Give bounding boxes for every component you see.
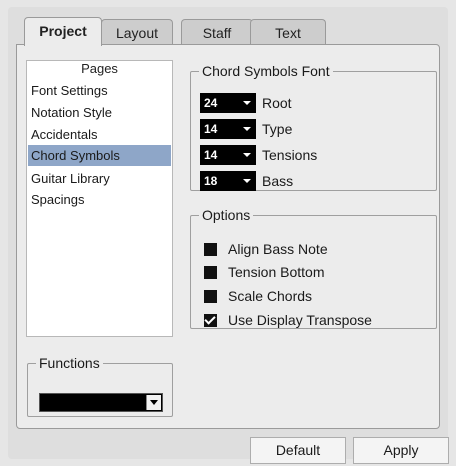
list-item-notation-style[interactable]: Notation Style [28,102,171,123]
pages-list[interactable]: Pages Font Settings Notation Style Accid… [26,60,173,337]
chevron-down-icon [243,127,251,131]
chevron-down-icon [243,179,251,183]
tensions-label: Tensions [262,147,318,163]
font-row-type: 14 Type [200,119,292,139]
bass-label: Bass [262,173,294,189]
use-display-transpose-label: Use Display Transpose [228,312,372,328]
functions-title: Functions [36,354,103,372]
font-row-bass: 18 Bass [200,171,293,191]
option-use-display-transpose[interactable]: Use Display Transpose [204,310,372,330]
type-label: Type [262,121,293,137]
tension-bottom-label: Tension Bottom [228,264,325,280]
list-item-font-settings[interactable]: Font Settings [28,80,171,101]
options-group: Options Align Bass Note Tension Bottom S… [190,206,437,330]
pages-title: Pages [81,61,118,76]
apply-button[interactable]: Apply [353,437,449,464]
align-bass-note-label: Align Bass Note [228,241,328,257]
chevron-down-icon [243,101,251,105]
scale-chords-label: Scale Chords [228,288,313,304]
type-size-dropdown[interactable]: 14 [200,119,256,139]
default-button[interactable]: Default [250,437,346,464]
chevron-down-icon [243,153,251,157]
list-item-chord-symbols[interactable]: Chord Symbols [28,145,171,166]
functions-dropdown[interactable] [39,393,163,412]
font-row-root: 24 Root [200,93,292,113]
root-size-dropdown[interactable]: 24 [200,93,256,113]
tab-project[interactable]: Project [24,17,102,46]
tension-bottom-checkbox[interactable] [204,265,217,279]
bass-size-dropdown[interactable]: 18 [200,171,256,191]
list-item-spacings[interactable]: Spacings [28,189,171,210]
functions-group: Functions [27,354,173,417]
font-row-tensions: 14 Tensions [200,145,317,165]
list-item-accidentals[interactable]: Accidentals [28,124,171,145]
use-display-transpose-checkbox[interactable] [204,313,217,327]
chord-symbols-font-title: Chord Symbols Font [199,62,333,80]
tab-text[interactable]: Text [250,19,326,46]
tab-staff[interactable]: Staff [181,19,253,46]
option-scale-chords[interactable]: Scale Chords [204,286,312,306]
tensions-size-dropdown[interactable]: 14 [200,145,256,165]
chevron-down-icon[interactable] [146,395,161,410]
tab-layout[interactable]: Layout [101,19,173,46]
list-item-guitar-library[interactable]: Guitar Library [28,168,171,189]
option-tension-bottom[interactable]: Tension Bottom [204,262,325,282]
scale-chords-checkbox[interactable] [204,289,217,303]
root-label: Root [262,95,292,111]
chord-symbols-font-group: Chord Symbols Font 24 Root 14 Type 14 Te… [190,62,437,191]
align-bass-note-checkbox[interactable] [204,242,217,256]
options-title: Options [199,206,254,224]
option-align-bass-note[interactable]: Align Bass Note [204,239,328,259]
